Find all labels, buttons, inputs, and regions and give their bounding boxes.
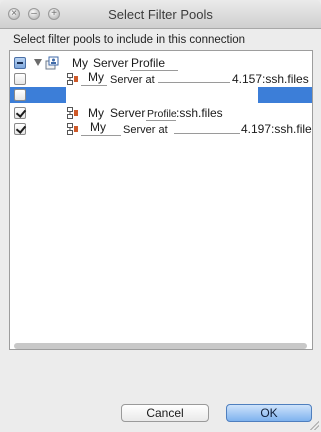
filter-pool-tree[interactable]: My Server Profile My Server at 4.157:ssh… [9,50,313,350]
profile-icon [45,56,59,70]
profile-label-part2: Server [93,56,129,70]
label-underline [81,85,107,86]
instruction-text: Select filter pools to include in this c… [13,34,246,46]
window-title: Select Filter Pools [108,7,213,22]
label-underline [158,82,230,83]
filter-pool-label-part4: :ssh.files [176,106,223,120]
select-filter-pools-dialog: × – + Select Filter Pools Select filter … [0,0,321,432]
tree-row-filter-pool[interactable]: My Server Profile :ssh.files [10,105,312,121]
filter-pool-checkbox[interactable] [14,89,26,101]
filter-pool-checkbox[interactable] [14,107,26,119]
profile-checkbox[interactable] [14,57,26,69]
ok-button[interactable]: OK [226,404,312,422]
tree-row-selected[interactable] [10,87,312,103]
filter-pool-checkbox[interactable] [14,73,26,85]
tree-row-filter-pool[interactable]: My Server at 4.157:ssh.files [10,70,312,87]
resize-grip-icon[interactable] [309,420,319,430]
filter-pool-label-part3: 4.157:ssh.files [232,72,309,86]
filter-pool-label-part1: My [88,106,104,120]
filter-pool-label-part3: 4.197:ssh.files [241,122,313,136]
filter-pool-label-part1: My [90,120,106,134]
filter-pool-icon [67,123,78,135]
label-underline [174,133,240,134]
expand-arrow-icon[interactable] [34,59,42,66]
profile-label-part1: My [72,56,88,70]
filter-pool-label-part2: Server at [123,124,168,136]
cancel-button[interactable]: Cancel [121,404,209,422]
tree-row-profile[interactable]: My Server Profile [10,55,312,71]
filter-pool-label-part1: My [88,70,104,84]
blank-label-area [66,87,258,103]
filter-pool-icon [67,107,78,119]
filter-pool-label-part2: Server at [110,74,155,86]
filter-pool-label-part3: Profile [147,108,177,120]
filter-pool-icon [67,73,78,85]
horizontal-scrollbar[interactable] [14,343,307,349]
label-underline [81,135,121,136]
tree-row-filter-pool[interactable]: My Server at 4.197:ssh.files [10,120,313,137]
filter-pool-checkbox[interactable] [14,123,26,135]
filter-pool-label-part2: Server [110,106,146,120]
title-bar[interactable]: × – + Select Filter Pools [0,0,321,29]
profile-label-part3: Profile [131,56,166,70]
